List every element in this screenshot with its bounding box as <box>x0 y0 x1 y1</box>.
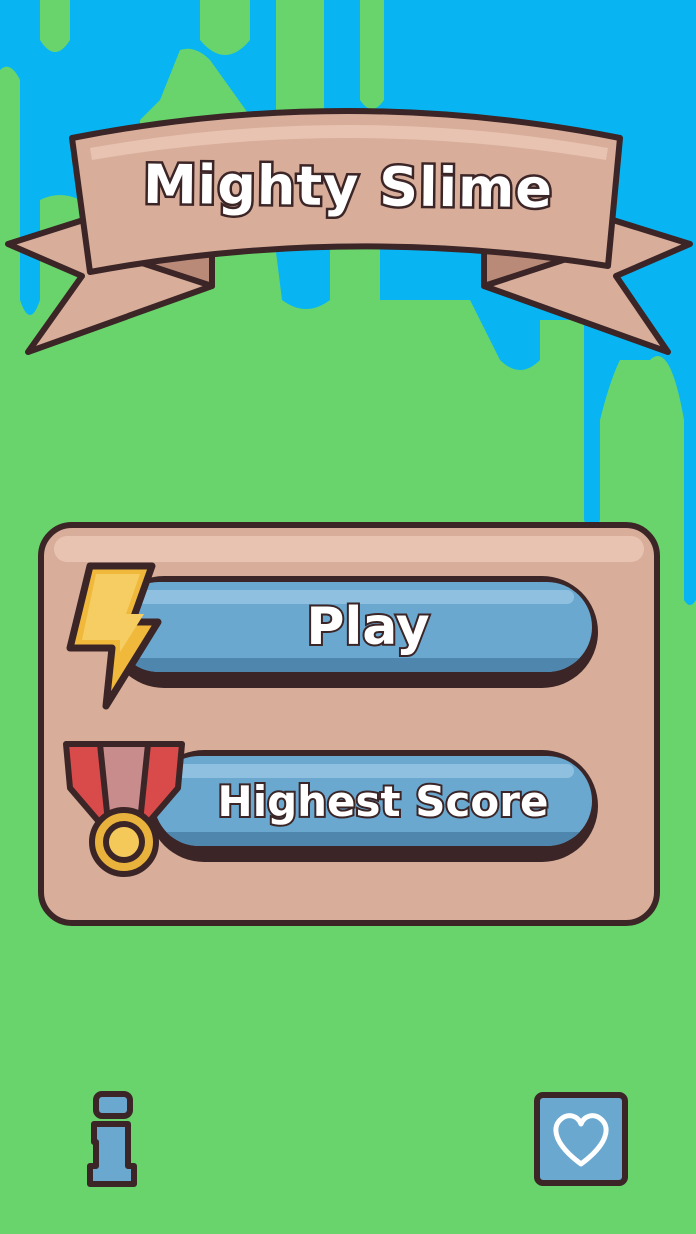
highest-score-button-label: Highest Score <box>216 775 551 828</box>
lightning-icon <box>66 562 162 710</box>
highest-score-button[interactable]: Highest Score <box>148 750 598 862</box>
info-icon[interactable] <box>84 1090 140 1188</box>
game-title: Mighty Slime <box>140 150 556 222</box>
play-button[interactable]: Play <box>108 576 598 688</box>
play-button-label: Play <box>304 595 431 659</box>
game-screen: Mighty Slime Play Highest Score <box>0 0 696 1234</box>
heart-icon[interactable] <box>534 1092 628 1186</box>
medal-icon <box>63 741 185 877</box>
